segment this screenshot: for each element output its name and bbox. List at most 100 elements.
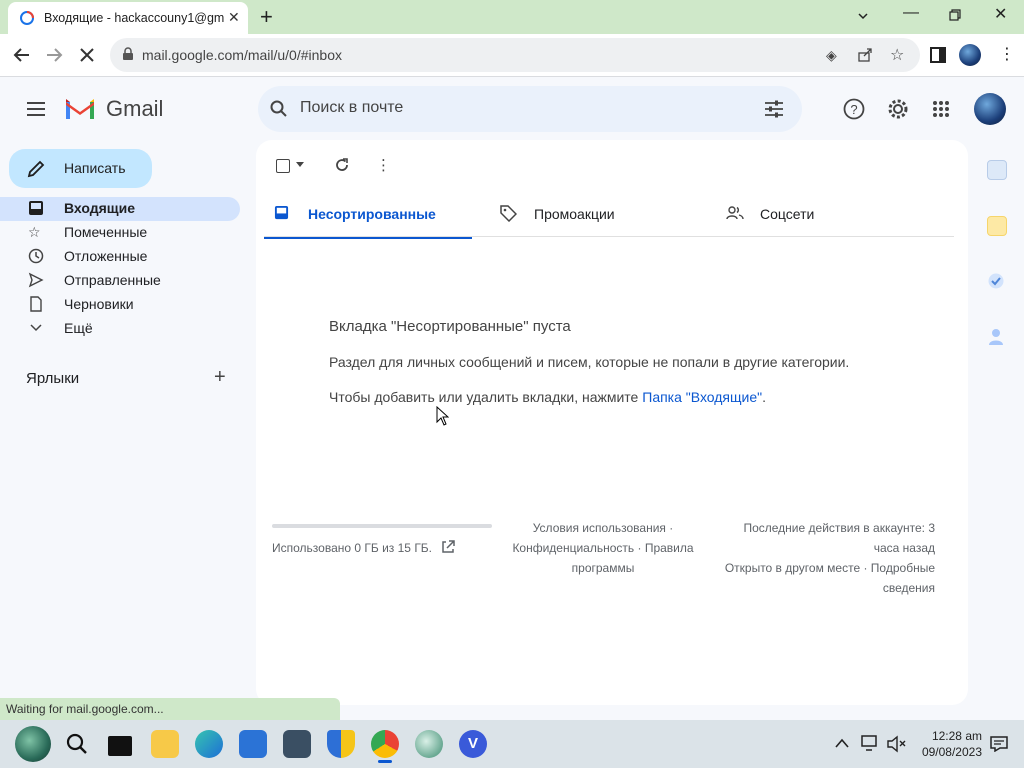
network-monitor-icon[interactable] [860, 734, 880, 752]
window-close-icon[interactable]: ✕ [994, 4, 1007, 24]
storage-text: Использовано 0 ГБ из 15 ГБ. [272, 541, 433, 555]
nav-label: Входящие [64, 200, 135, 216]
search-options-icon[interactable] [764, 100, 784, 118]
edge-browser-icon[interactable] [195, 730, 223, 758]
settings-gear-icon[interactable] [887, 98, 909, 120]
notification-center-icon[interactable] [990, 736, 1008, 752]
vpn-app-icon[interactable]: V [459, 730, 487, 758]
last-activity-time: часа назад [873, 541, 935, 555]
new-tab-icon[interactable]: + [260, 4, 273, 30]
taskbar-clock-date[interactable]: 09/08/2023 [918, 745, 982, 759]
open-elsewhere-text: Открыто в другом месте · Подробные [724, 561, 935, 575]
store-icon[interactable] [239, 730, 267, 758]
forward-arrow-icon[interactable] [45, 46, 63, 64]
browser-tab[interactable]: Входящие - hackaccouny1@gma ✕ [8, 2, 248, 34]
footer-terms: Условия использования · Конфиденциальнос… [508, 518, 698, 578]
close-tab-icon[interactable]: ✕ [228, 9, 240, 26]
program-policies-link[interactable]: программы [508, 558, 698, 578]
main-menu-icon[interactable] [20, 95, 52, 123]
hint-prefix: Чтобы добавить или удалить вкладки, нажм… [329, 389, 643, 405]
chrome-active-indicator [378, 760, 392, 763]
stop-loading-icon[interactable] [78, 46, 96, 64]
browser-profile-avatar[interactable] [959, 44, 981, 66]
calendar-icon[interactable] [987, 160, 1007, 180]
storage-usage-bar [272, 524, 492, 528]
inbox-icon [29, 201, 43, 215]
search-input[interactable]: Поиск в почте [300, 99, 403, 117]
share-icon[interactable] [857, 47, 873, 63]
apps-grid-icon[interactable] [932, 100, 950, 118]
footer-activity: Последние действия в аккаунте: 3 часа на… [700, 518, 935, 598]
labels-heading: Ярлыки [26, 370, 80, 387]
hint-suffix: . [762, 389, 766, 405]
nav-label: Ещё [64, 320, 93, 336]
inbox-icon [274, 205, 289, 220]
tab-promotions[interactable]: Промоакции [490, 196, 700, 236]
tab-label: Соцсети [760, 206, 815, 222]
chevron-down-icon [30, 324, 42, 332]
contacts-icon[interactable] [988, 328, 1004, 346]
clock-icon [28, 248, 44, 264]
taskbar-search-icon[interactable] [66, 733, 88, 755]
empty-state-title: Вкладка "Несортированные" пуста [329, 318, 571, 335]
nav-label: Помеченные [64, 224, 148, 240]
gmail-logo-text[interactable]: Gmail [106, 96, 163, 122]
nav-item-drafts[interactable]: Черновики [0, 293, 240, 317]
privacy-link[interactable]: Конфиденциальность · Правила [508, 538, 698, 558]
minimize-icon[interactable]: — [903, 4, 919, 22]
help-icon[interactable]: ? [843, 98, 865, 120]
add-label-icon[interactable]: + [214, 366, 226, 389]
security-shield-icon[interactable] [327, 730, 355, 758]
terms-link[interactable]: Условия использования · [508, 518, 698, 538]
speaker-muted-icon[interactable] [886, 735, 906, 753]
start-button-icon[interactable] [15, 726, 51, 762]
pencil-icon [27, 160, 45, 178]
more-options-icon[interactable]: ⋮ [376, 156, 391, 174]
globe-app-icon[interactable] [415, 730, 443, 758]
task-view-icon[interactable] [108, 736, 132, 756]
remote-desktop-icon[interactable] [283, 730, 311, 758]
details-link[interactable]: сведения [700, 578, 935, 598]
tag-icon [500, 205, 517, 222]
tray-expand-icon[interactable] [835, 738, 849, 748]
tasks-icon[interactable] [987, 272, 1005, 290]
url-text: mail.google.com/mail/u/0/#inbox [142, 47, 342, 63]
address-bar[interactable]: mail.google.com/mail/u/0/#inbox ◈ ☆ [110, 38, 920, 72]
site-settings-icon[interactable]: ◈ [826, 47, 837, 64]
tab-primary[interactable]: Несортированные [264, 196, 472, 239]
taskbar-clock-time[interactable]: 12:28 am [930, 729, 982, 743]
mouse-cursor-icon [436, 406, 449, 426]
compose-button[interactable]: Написать [9, 149, 152, 188]
select-dropdown-icon[interactable] [296, 162, 304, 168]
file-explorer-icon[interactable] [151, 730, 179, 758]
tab-social[interactable]: Соцсети [716, 196, 926, 236]
back-arrow-icon[interactable] [13, 46, 31, 64]
lock-icon[interactable] [122, 47, 134, 61]
browser-tab-title: Входящие - hackaccouny1@gma [44, 11, 224, 25]
chrome-icon[interactable] [371, 730, 399, 758]
restore-icon[interactable] [949, 9, 961, 21]
search-icon[interactable] [270, 100, 288, 118]
external-link-icon[interactable] [441, 540, 455, 554]
nav-item-inbox[interactable]: Входящие [0, 197, 240, 221]
send-icon [28, 272, 44, 288]
browser-menu-icon[interactable]: ⋮ [999, 44, 1015, 64]
refresh-icon[interactable] [334, 157, 350, 173]
select-all-checkbox[interactable] [272, 157, 308, 175]
nav-item-starred[interactable]: ☆ Помеченные [0, 221, 240, 245]
nav-item-snoozed[interactable]: Отложенные [0, 245, 240, 269]
gmail-favicon-icon [20, 11, 34, 25]
tab-search-chevron-icon[interactable] [857, 10, 869, 22]
account-avatar[interactable] [974, 93, 1006, 125]
bookmark-star-icon[interactable]: ☆ [890, 45, 904, 65]
inbox-settings-link[interactable]: Папка "Входящие" [642, 389, 762, 405]
browser-status-bubble: Waiting for mail.google.com... [0, 698, 340, 720]
keep-icon[interactable] [987, 216, 1007, 236]
nav-item-sent[interactable]: Отправленные [0, 269, 240, 293]
nav-label: Отправленные [64, 272, 161, 288]
tab-label: Промоакции [534, 206, 615, 222]
side-panel-icon[interactable] [930, 47, 946, 63]
search-bar[interactable]: Поиск в почте [258, 86, 802, 132]
nav-item-more[interactable]: Ещё [0, 317, 240, 341]
gmail-logo-icon[interactable] [64, 97, 96, 121]
